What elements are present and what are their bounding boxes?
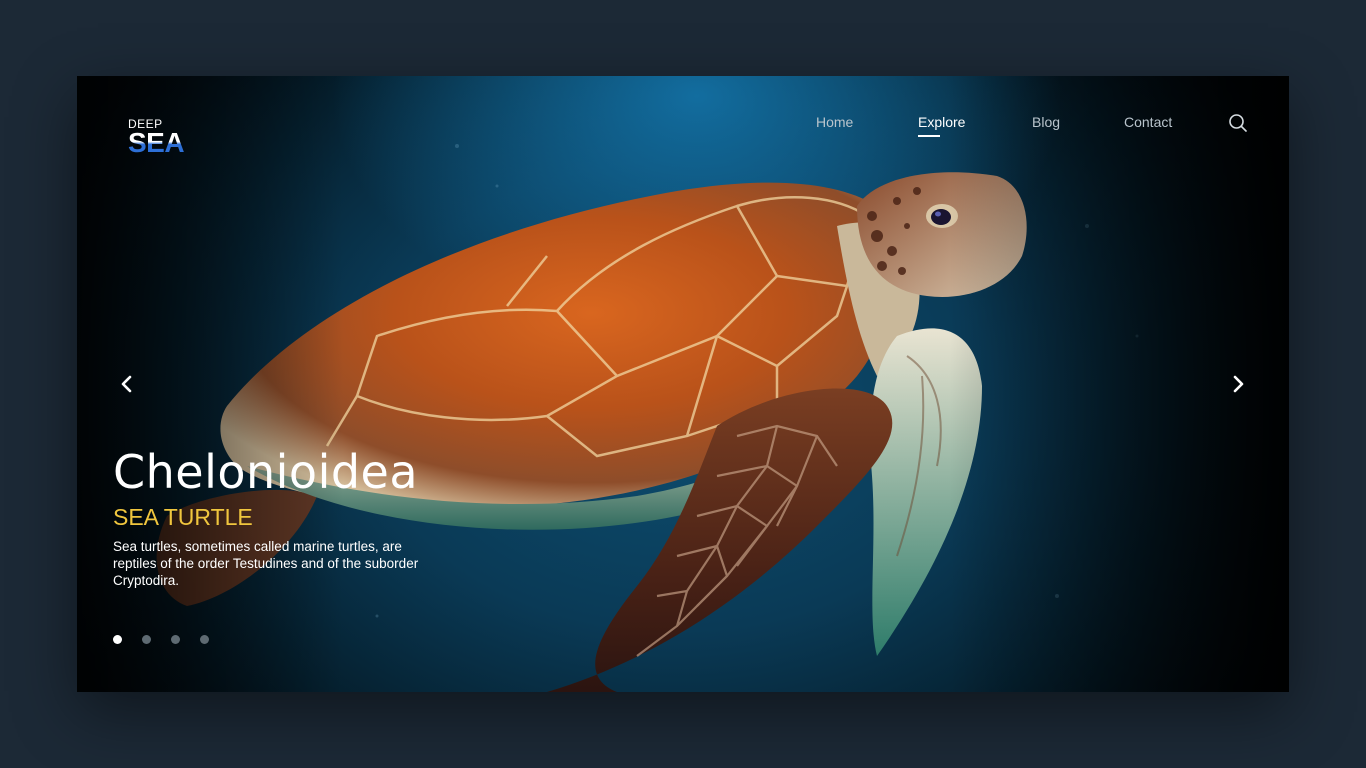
slide-dot-4[interactable] bbox=[200, 635, 209, 644]
nav-item-explore[interactable]: Explore bbox=[918, 114, 966, 137]
prev-slide-button[interactable] bbox=[116, 373, 138, 395]
search-button[interactable] bbox=[1228, 113, 1248, 133]
slide-dot-1[interactable] bbox=[113, 635, 122, 644]
nav-item-home[interactable]: Home bbox=[816, 114, 853, 130]
hero-title: Chelonioidea bbox=[113, 445, 419, 499]
nav-item-label: Explore bbox=[918, 114, 966, 130]
chevron-left-icon bbox=[121, 375, 132, 393]
hero-description: Sea turtles, sometimes called marine tur… bbox=[113, 539, 419, 588]
main-nav: Home Explore Blog Contact bbox=[77, 114, 1289, 144]
nav-item-contact[interactable]: Contact bbox=[1124, 114, 1172, 130]
hero-subtitle: SEA TURTLE bbox=[113, 504, 253, 530]
slide-dot-3[interactable] bbox=[171, 635, 180, 644]
slide-dot-2[interactable] bbox=[142, 635, 151, 644]
next-slide-button[interactable] bbox=[1227, 373, 1249, 395]
chevron-right-icon bbox=[1233, 375, 1244, 393]
active-nav-underline bbox=[918, 135, 940, 137]
search-icon bbox=[1229, 114, 1247, 132]
hero-slider: DEEP SEA Home Explore Blog Contact Chelo… bbox=[77, 76, 1289, 692]
sea-turtle-image bbox=[156, 144, 1139, 692]
nav-item-blog[interactable]: Blog bbox=[1032, 114, 1060, 130]
